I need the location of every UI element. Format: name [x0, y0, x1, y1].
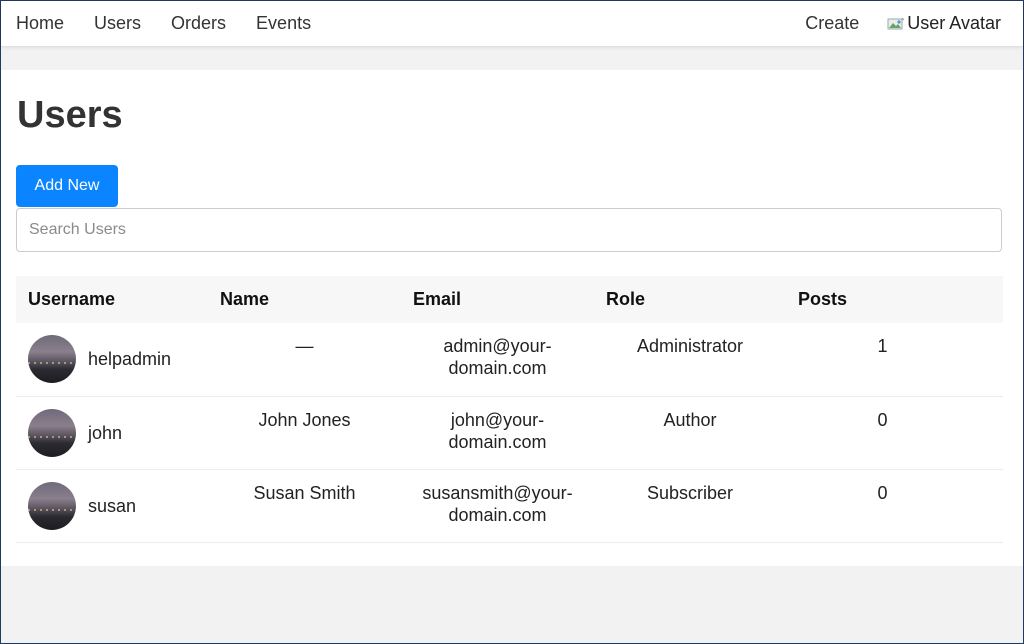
broken-image-icon [887, 17, 905, 29]
email-line: admin@your- [443, 336, 552, 356]
header-role[interactable]: Role [594, 276, 786, 323]
email-line: domain.com [448, 431, 547, 452]
search-users-input[interactable] [16, 208, 1002, 252]
username-cell: john [16, 396, 208, 469]
name-cell: Susan Smith [253, 482, 356, 503]
avatar [28, 408, 76, 457]
create-link[interactable]: Create [805, 13, 859, 34]
username-link[interactable]: helpadmin [88, 348, 171, 370]
email-line: domain.com [448, 504, 547, 525]
user-avatar-menu[interactable]: User Avatar [887, 13, 1001, 34]
page-title: Users [17, 94, 123, 136]
email-line: john@your- [450, 409, 545, 430]
posts-cell[interactable]: 0 [786, 396, 979, 469]
email-line: domain.com [448, 358, 547, 378]
posts-cell[interactable]: 0 [786, 469, 979, 542]
role-cell: Author [663, 409, 717, 430]
username-cell: helpadmin [16, 323, 208, 396]
email-cell: admin@your- domain.com [401, 323, 594, 396]
posts-cell[interactable]: 1 [786, 323, 979, 396]
avatar [28, 481, 76, 530]
role-cell: Subscriber [646, 482, 734, 503]
name-cell: John Jones [258, 409, 351, 430]
email-line: susansmith@your- [422, 482, 573, 503]
nav-link-home[interactable]: Home [16, 13, 64, 34]
nav-right: Create User Avatar [805, 1, 1023, 46]
top-navigation: Home Users Orders Events Create User Ava… [1, 1, 1023, 46]
nav-link-users[interactable]: Users [94, 13, 141, 34]
table-row: helpadmin — admin@your- domain.com Admin… [16, 323, 1003, 396]
users-table: Username Name Email Role Posts helpadmin… [16, 276, 1003, 543]
table-header-row: Username Name Email Role Posts [16, 276, 1003, 323]
nav-link-orders[interactable]: Orders [171, 13, 226, 34]
role-cell: Administrator [636, 336, 744, 356]
email-cell: john@your- domain.com [401, 396, 594, 469]
name-cell: — [295, 336, 314, 356]
user-avatar-alt-text: User Avatar [907, 13, 1001, 33]
table-row: susan Susan Smith susansmith@your- domai… [16, 469, 1003, 542]
email-cell: susansmith@your- domain.com [401, 469, 594, 542]
nav-links: Home Users Orders Events [1, 1, 326, 46]
header-name[interactable]: Name [208, 276, 401, 323]
username-cell: susan [16, 469, 208, 542]
table-row: john John Jones john@your- domain.com Au… [16, 396, 1003, 469]
header-username[interactable]: Username [16, 276, 208, 323]
header-spacer [979, 276, 1003, 323]
add-new-button[interactable]: Add New [16, 165, 118, 207]
header-posts[interactable]: Posts [786, 276, 979, 323]
avatar [28, 335, 76, 384]
username-link[interactable]: susan [88, 495, 136, 517]
spacer-cell [979, 323, 1003, 396]
header-email[interactable]: Email [401, 276, 594, 323]
username-link[interactable]: john [88, 422, 122, 444]
nav-link-events[interactable]: Events [256, 13, 311, 34]
main-content: Users Add New Username Name Email Role P… [1, 70, 1023, 566]
spacer-cell [979, 396, 1003, 469]
spacer-cell [979, 469, 1003, 542]
